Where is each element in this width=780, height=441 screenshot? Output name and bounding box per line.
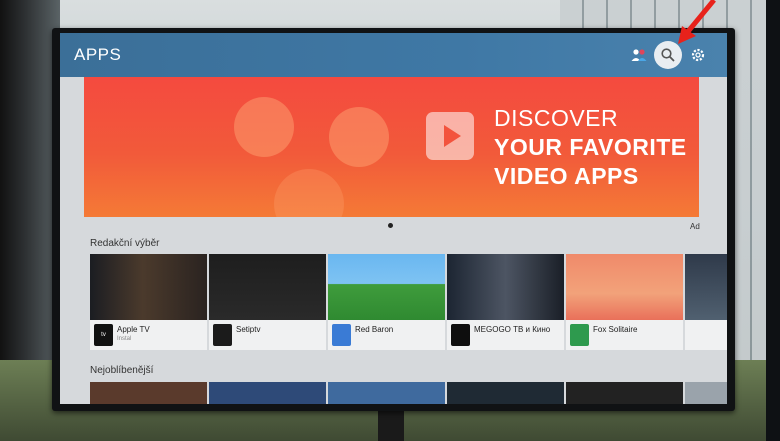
tv-stand [378, 406, 404, 441]
red-arrow-annotation [678, 0, 716, 44]
app-name: Apple TV [117, 325, 150, 334]
tv-screen: APPS DISCOVER YOUR FAVORITE VIDEO APPS A… [60, 33, 727, 404]
app-tile-apple-tv[interactable]: tv Apple TV Instal [90, 254, 207, 350]
search-icon [661, 48, 675, 62]
app-tile[interactable] [566, 382, 683, 404]
page-title: APPS [74, 45, 122, 64]
app-status: Instal [117, 336, 132, 342]
setiptv-icon [213, 324, 232, 346]
bokeh-light [329, 107, 389, 167]
app-thumbnail [685, 254, 727, 320]
app-tile-red-baron[interactable]: Red Baron [328, 254, 445, 350]
app-tile[interactable] [209, 382, 326, 404]
apps-top-bar: APPS [60, 33, 727, 77]
app-tile[interactable] [685, 382, 727, 404]
bokeh-light [234, 97, 294, 157]
people-icon[interactable] [625, 41, 653, 69]
banner-line-1: DISCOVER [494, 105, 619, 131]
app-tile[interactable] [447, 382, 564, 404]
promo-banner[interactable]: DISCOVER YOUR FAVORITE VIDEO APPS [84, 77, 699, 217]
app-tile-partial[interactable] [685, 254, 727, 350]
app-name: MEGOGO ТВ и Кино [474, 325, 551, 334]
megogo-icon [451, 324, 470, 346]
app-name: Setiptv [236, 325, 261, 334]
play-icon [426, 112, 474, 160]
app-tile[interactable] [90, 382, 207, 404]
fox-solitaire-icon [570, 324, 589, 346]
app-thumbnail [566, 254, 683, 320]
app-name: Red Baron [355, 325, 394, 334]
gear-icon [691, 48, 705, 62]
app-tile[interactable] [328, 382, 445, 404]
app-thumbnail [328, 254, 445, 320]
app-tile-setiptv[interactable]: Setiptv [209, 254, 326, 350]
section-title-editors-pick: Redakční výběr [90, 238, 160, 249]
most-popular-row [90, 382, 727, 404]
section-title-most-popular: Nejoblíbenější [90, 365, 154, 376]
ad-label: Ad [690, 222, 700, 231]
carousel-indicator [388, 223, 393, 228]
editors-pick-row: tv Apple TV Instal Setiptv Red Baron MEG… [90, 254, 727, 350]
apple-tv-icon: tv [94, 324, 113, 346]
bokeh-light [274, 169, 344, 217]
banner-line-2: YOUR FAVORITE [494, 134, 687, 160]
app-name: Fox Solitaire [593, 325, 638, 334]
app-tile-fox-solitaire[interactable]: Fox Solitaire [566, 254, 683, 350]
red-baron-icon [332, 324, 351, 346]
app-thumbnail [90, 254, 207, 320]
room-background-edge [766, 0, 780, 441]
banner-line-3: VIDEO APPS [494, 163, 639, 189]
app-tile-megogo[interactable]: MEGOGO ТВ и Кино [447, 254, 564, 350]
app-thumbnail [447, 254, 564, 320]
app-thumbnail [209, 254, 326, 320]
